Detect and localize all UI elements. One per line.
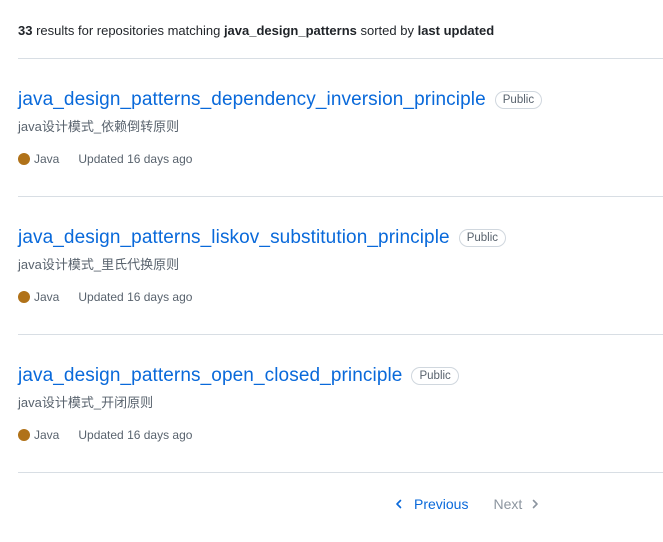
pagination: Previous Next	[393, 496, 541, 512]
repo-updated: Updated 16 days ago	[78, 290, 193, 304]
repo-updated: Updated 16 days ago	[78, 152, 193, 166]
repo-name-link[interactable]: java_design_patterns_dependency_inversio…	[18, 89, 486, 111]
language-color-icon	[18, 429, 30, 441]
language-color-icon	[18, 153, 30, 165]
divider	[18, 472, 663, 473]
chevron-right-icon	[532, 499, 539, 509]
divider	[18, 334, 663, 335]
repo-name-link[interactable]: java_design_patterns_liskov_substitution…	[18, 227, 450, 249]
visibility-badge: Public	[411, 367, 459, 385]
repo-description: java设计模式_里氏代换原则	[18, 257, 180, 272]
language-color-icon	[18, 291, 30, 303]
chevron-left-icon	[396, 499, 402, 509]
next-page-button[interactable]: Next	[493, 496, 541, 512]
results-count: 33	[18, 23, 33, 38]
divider	[18, 58, 663, 59]
sorted-by-text: sorted by	[356, 23, 418, 38]
visibility-badge: Public	[458, 229, 507, 247]
search-query: java_design_patterns	[223, 23, 357, 38]
repo-description: java设计模式_依赖倒转原则	[18, 119, 180, 134]
repo-list-item: java_design_patterns_dependency_inversio…	[18, 87, 663, 166]
next-label: Next	[493, 496, 523, 512]
repo-list-item: java_design_patterns_liskov_substitution…	[18, 225, 663, 304]
repo-language: Java	[34, 152, 60, 166]
repo-list-item: java_design_patterns_open_closed_princip…	[18, 363, 663, 442]
results-text: results for repositories matching	[32, 23, 224, 38]
visibility-badge: Public	[494, 91, 543, 109]
divider	[18, 196, 663, 197]
sort-order: last updated	[417, 23, 495, 38]
previous-label: Previous	[414, 496, 469, 512]
repo-description: java设计模式_开闭原则	[18, 395, 154, 410]
repo-language: Java	[34, 428, 60, 442]
repo-updated: Updated 16 days ago	[78, 428, 193, 442]
previous-page-button[interactable]: Previous	[393, 496, 468, 512]
search-results-page: 33 results for repositories matching jav…	[0, 0, 663, 542]
repo-name-link[interactable]: java_design_patterns_open_closed_princip…	[18, 365, 402, 387]
results-summary: 33 results for repositories matching jav…	[18, 22, 494, 40]
repo-language: Java	[34, 290, 60, 304]
